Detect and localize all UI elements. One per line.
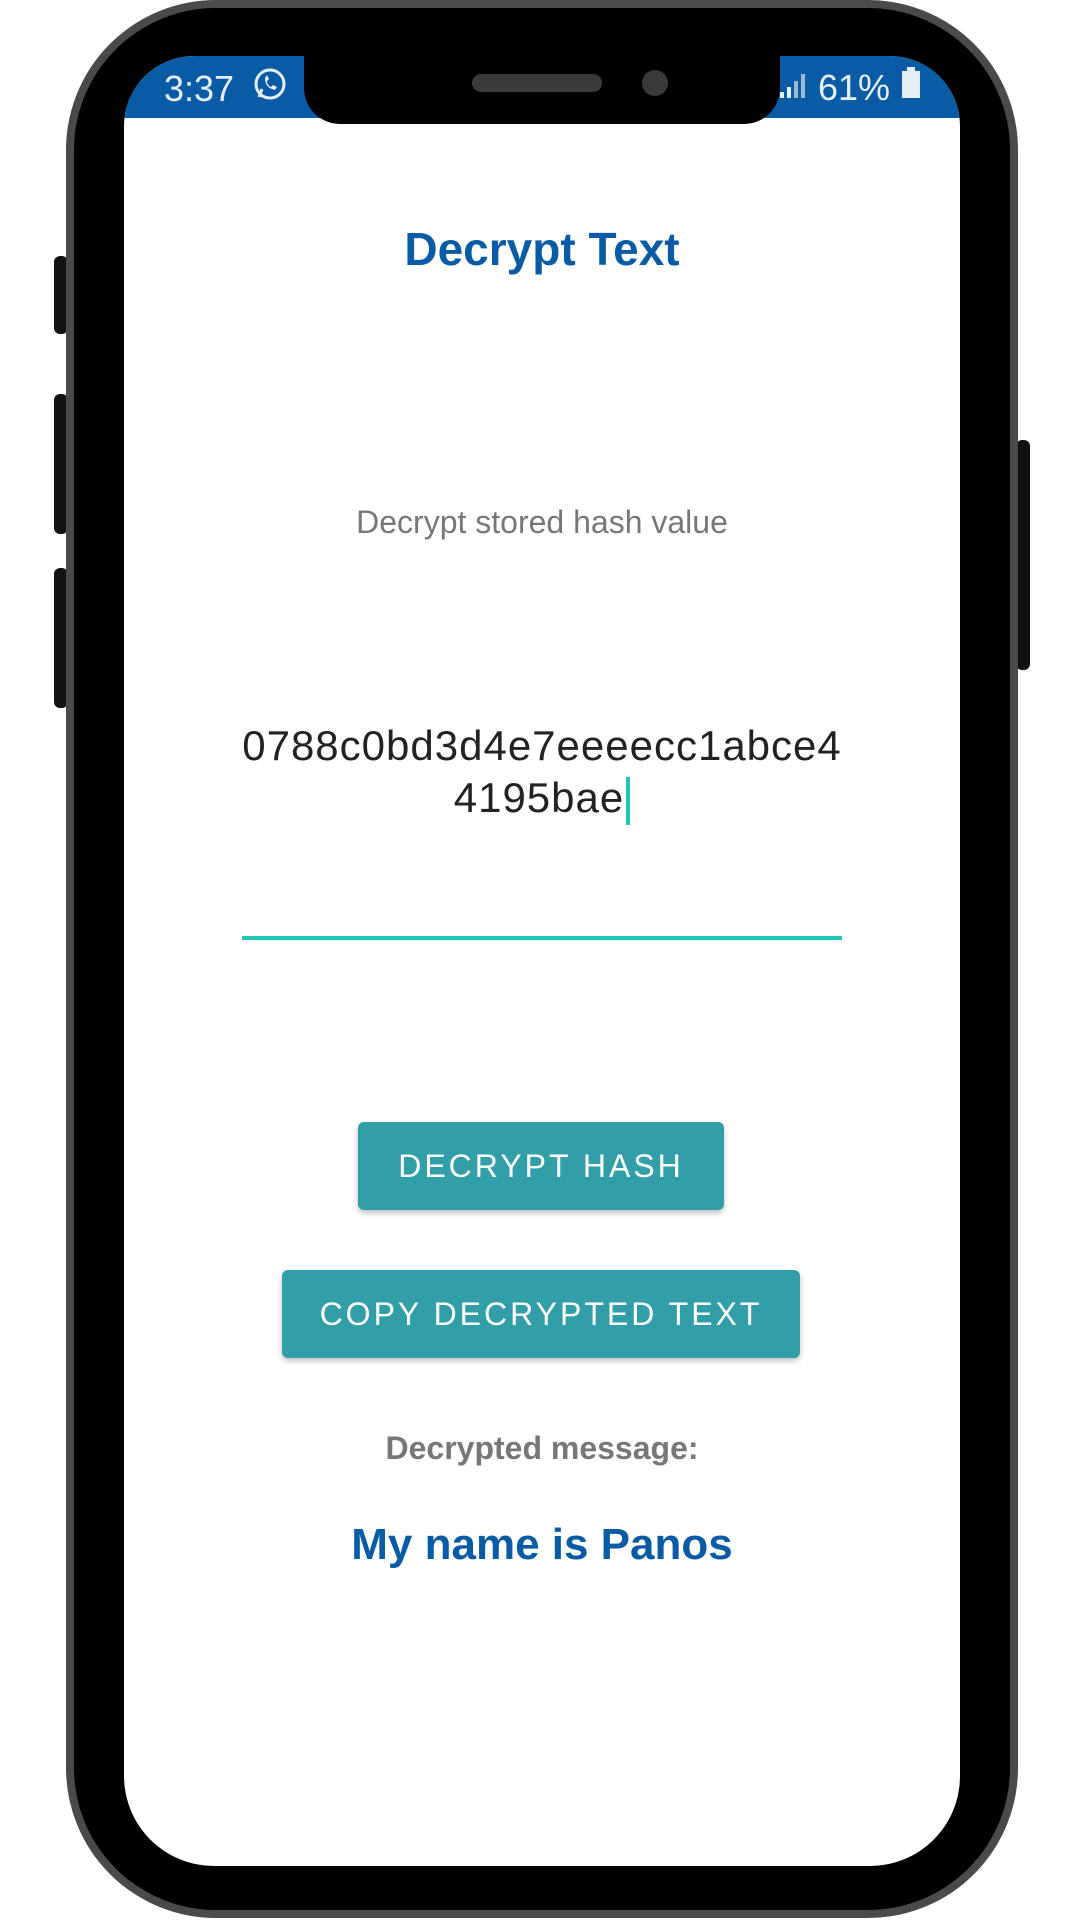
text-cursor [626,776,631,825]
page-title: Decrypt Text [404,223,680,275]
speaker-grille [472,74,602,92]
decrypted-message-value: My name is Panos [351,1520,733,1569]
decrypted-message-label: Decrypted message: [385,1430,699,1466]
copy-decrypted-text-button[interactable]: COPY DECRYPTED TEXT [282,1270,800,1358]
status-time: 3:37 [164,67,235,109]
battery-percent: 61% [817,66,890,108]
camera-notch [304,56,780,124]
front-camera [642,70,668,96]
battery-icon [900,66,922,109]
app-screen: 3:37 61% Decrypt Text Decrypt stored has… [124,56,960,1866]
phone-power-button [1016,440,1030,670]
input-hint-label: Decrypt stored hash value [356,504,728,540]
device-frame: 3:37 61% Decrypt Text Decrypt stored has… [0,0,1080,1920]
whatsapp-icon [252,66,288,111]
hash-input-field[interactable]: 0788c0bd3d4e7eeeecc1abce44195bae [242,720,842,940]
decrypt-hash-button[interactable]: DECRYPT HASH [358,1122,724,1210]
signal-icon [778,67,808,109]
status-right: 61% [778,66,922,109]
status-bar: 3:37 61% [124,56,960,124]
status-left: 3:37 [164,66,288,111]
hash-input-value: 0788c0bd3d4e7eeeecc1abce44195bae [242,722,842,821]
